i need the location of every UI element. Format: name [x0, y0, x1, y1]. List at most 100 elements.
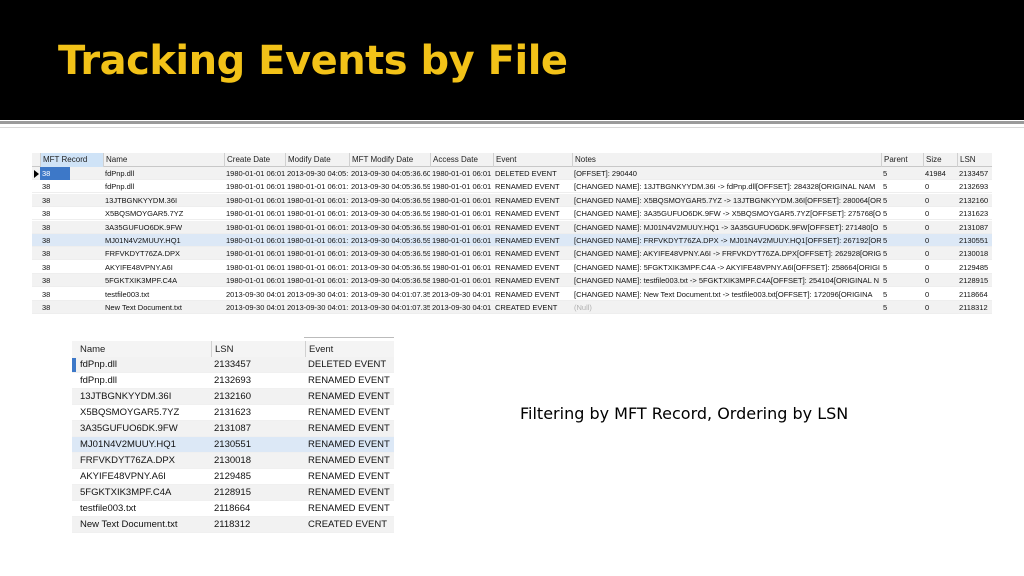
cell-notes[interactable]: [CHANGED NAME]: testfile003.txt -> 5FGKT…	[572, 274, 881, 287]
cell-size[interactable]: 0	[923, 221, 957, 234]
cell-mft-record[interactable]: 38	[40, 247, 103, 260]
table-row[interactable]: fdPnp.dll 2133457 DELETED EVENT	[72, 357, 394, 373]
cell-modify-date[interactable]: 1980-01-01 06:01:	[285, 234, 349, 247]
table-row[interactable]: 38 5FGKTXIK3MPF.C4A 1980-01-01 06:01 1980-0…	[32, 274, 992, 288]
table-row[interactable]: X5BQSMOYGAR5.7YZ 2131623 RENAMED EVENT	[72, 405, 394, 421]
cell-lsn[interactable]: 2130551	[957, 234, 992, 247]
cell-event[interactable]: RENAMED EVENT	[493, 274, 572, 287]
cell-lsn[interactable]: 2132693	[211, 373, 305, 389]
cell-event[interactable]: RENAMED EVENT	[493, 288, 572, 301]
cell-mft-modify-date[interactable]: 2013-09-30 04:05:36.59	[349, 261, 430, 274]
cell-name[interactable]: 13JTBGNKYYDM.36I	[77, 389, 211, 405]
cell-name[interactable]: AKYIFE48VPNY.A6I	[103, 261, 224, 274]
cell-notes[interactable]: (Null)	[572, 301, 881, 314]
table-row[interactable]: 38 fdPnp.dll 1980-01-01 06:01 1980-01-01 06…	[32, 180, 992, 194]
cell-lsn[interactable]: 2131087	[211, 421, 305, 437]
cell-lsn[interactable]: 2129485	[211, 469, 305, 485]
cell-lsn[interactable]: 2129485	[957, 261, 992, 274]
table-row[interactable]: AKYIFE48VPNY.A6I 2129485 RENAMED EVENT	[72, 469, 394, 485]
cell-create-date[interactable]: 2013-09-30 04:01	[224, 288, 285, 301]
cell-access-date[interactable]: 1980-01-01 06:01	[430, 194, 493, 207]
cell-notes[interactable]: [CHANGED NAME]: 3A35GUFUO6DK.9FW -> X5BQ…	[572, 207, 881, 220]
column-header-modify-date[interactable]: Modify Date	[285, 153, 349, 167]
cell-event[interactable]: RENAMED EVENT	[305, 453, 394, 469]
cell-name[interactable]: MJ01N4V2MUUY.HQ1	[77, 437, 211, 453]
cell-lsn[interactable]: 2118664	[957, 288, 992, 301]
table-row[interactable]: 38 New Text Document.txt 2013-09-30 04:01 2…	[32, 301, 992, 314]
cell-notes[interactable]: [CHANGED NAME]: 13JTBGNKYYDM.36I -> fdPn…	[572, 180, 881, 193]
cell-create-date[interactable]: 1980-01-01 06:01	[224, 247, 285, 260]
column-header-create-date[interactable]: Create Date	[224, 153, 285, 167]
cell-mft-modify-date[interactable]: 2013-09-30 04:05:36.58	[349, 274, 430, 287]
cell-access-date[interactable]: 1980-01-01 06:01	[430, 247, 493, 260]
cell-name[interactable]: fdPnp.dll	[77, 357, 211, 373]
cell-mft-modify-date[interactable]: 2013-09-30 04:05:36.59	[349, 180, 430, 193]
cell-mft-modify-date[interactable]: 2013-09-30 04:05:36.59	[349, 247, 430, 260]
cell-event[interactable]: RENAMED EVENT	[305, 485, 394, 501]
cell-access-date[interactable]: 1980-01-01 06:01	[430, 207, 493, 220]
cell-name[interactable]: MJ01N4V2MUUY.HQ1	[103, 234, 224, 247]
cell-create-date[interactable]: 1980-01-01 06:01	[224, 180, 285, 193]
cell-notes[interactable]: [CHANGED NAME]: X5BQSMOYGAR5.7YZ -> 13JT…	[572, 194, 881, 207]
cell-size[interactable]: 0	[923, 234, 957, 247]
cell-mft-record[interactable]: 38	[40, 194, 103, 207]
cell-modify-date[interactable]: 2013-09-30 04:01:	[285, 301, 349, 314]
table-row[interactable]: MJ01N4V2MUUY.HQ1 2130551 RENAMED EVENT	[72, 437, 394, 453]
cell-size[interactable]: 0	[923, 180, 957, 193]
cell-name[interactable]: 5FGKTXIK3MPF.C4A	[77, 485, 211, 501]
cell-parent[interactable]: 5	[881, 167, 923, 180]
cell-create-date[interactable]: 1980-01-01 06:01	[224, 167, 285, 180]
cell-name[interactable]: 13JTBGNKYYDM.36I	[103, 194, 224, 207]
cell-event[interactable]: DELETED EVENT	[305, 357, 394, 373]
cell-lsn[interactable]: 2132693	[957, 180, 992, 193]
cell-create-date[interactable]: 2013-09-30 04:01	[224, 301, 285, 314]
cell-event[interactable]: RENAMED EVENT	[493, 221, 572, 234]
column-header-mft-record[interactable]: MFT Record	[40, 153, 103, 167]
cell-access-date[interactable]: 1980-01-01 06:01	[430, 180, 493, 193]
cell-notes[interactable]: [CHANGED NAME]: 5FGKTXIK3MPF.C4A -> AKYI…	[572, 261, 881, 274]
cell-event[interactable]: RENAMED EVENT	[493, 234, 572, 247]
cell-event[interactable]: RENAMED EVENT	[493, 207, 572, 220]
cell-create-date[interactable]: 1980-01-01 06:01	[224, 194, 285, 207]
column-header-lsn[interactable]: LSN	[211, 341, 305, 358]
cell-event[interactable]: RENAMED EVENT	[305, 421, 394, 437]
cell-mft-record[interactable]: 38	[40, 301, 103, 314]
cell-lsn[interactable]: 2131087	[957, 221, 992, 234]
cell-event[interactable]: RENAMED EVENT	[493, 247, 572, 260]
cell-size[interactable]: 0	[923, 207, 957, 220]
cell-access-date[interactable]: 1980-01-01 06:01	[430, 167, 493, 180]
table-row[interactable]: 5FGKTXIK3MPF.C4A 2128915 RENAMED EVENT	[72, 485, 394, 501]
cell-event[interactable]: DELETED EVENT	[493, 167, 572, 180]
table-row[interactable]: 13JTBGNKYYDM.36I 2132160 RENAMED EVENT	[72, 389, 394, 405]
cell-lsn[interactable]: 2128915	[211, 485, 305, 501]
cell-parent[interactable]: 5	[881, 194, 923, 207]
table-row[interactable]: 38 fdPnp.dll 1980-01-01 06:01 2013-09-30 04…	[32, 167, 992, 180]
cell-modify-date[interactable]: 1980-01-01 06:01:	[285, 221, 349, 234]
cell-mft-modify-date[interactable]: 2013-09-30 04:05:36.59	[349, 234, 430, 247]
cell-name[interactable]: FRFVKDYT76ZA.DPX	[103, 247, 224, 260]
cell-name[interactable]: 3A35GUFUO6DK.9FW	[103, 221, 224, 234]
cell-access-date[interactable]: 1980-01-01 06:01	[430, 221, 493, 234]
column-header-name[interactable]: Name	[103, 153, 224, 167]
cell-notes[interactable]: [CHANGED NAME]: AKYIFE48VPNY.A6I -> FRFV…	[572, 247, 881, 260]
cell-event[interactable]: RENAMED EVENT	[305, 373, 394, 389]
cell-mft-record[interactable]: 38	[40, 288, 103, 301]
table-row[interactable]: 38 X5BQSMOYGAR5.7YZ 1980-01-01 06:01 1980-0…	[32, 207, 992, 221]
cell-parent[interactable]: 5	[881, 207, 923, 220]
column-header-size[interactable]: Size	[923, 153, 957, 167]
column-header-parent[interactable]: Parent	[881, 153, 923, 167]
cell-event[interactable]: RENAMED EVENT	[493, 261, 572, 274]
cell-name[interactable]: X5BQSMOYGAR5.7YZ	[103, 207, 224, 220]
cell-lsn[interactable]: 2118312	[211, 517, 305, 533]
cell-parent[interactable]: 5	[881, 234, 923, 247]
cell-lsn[interactable]: 2130018	[211, 453, 305, 469]
column-header-event[interactable]: Event	[305, 341, 394, 358]
cell-parent[interactable]: 5	[881, 247, 923, 260]
cell-notes[interactable]: [OFFSET]: 290440	[572, 167, 881, 180]
cell-name[interactable]: New Text Document.txt	[103, 301, 224, 314]
cell-name[interactable]: fdPnp.dll	[103, 167, 224, 180]
cell-mft-record[interactable]: 38	[40, 180, 103, 193]
cell-parent[interactable]: 5	[881, 261, 923, 274]
cell-size[interactable]: 41984	[923, 167, 957, 180]
cell-mft-modify-date[interactable]: 2013-09-30 04:05:36.59	[349, 207, 430, 220]
